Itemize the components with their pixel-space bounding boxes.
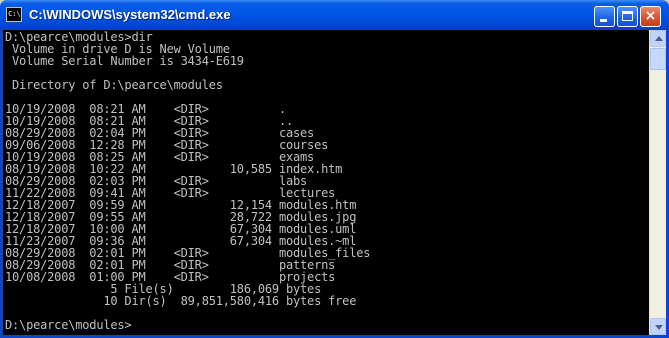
- scroll-up-button[interactable]: [650, 30, 666, 47]
- cmd-icon[interactable]: C:\: [6, 7, 22, 22]
- close-button[interactable]: ×: [640, 6, 661, 27]
- console-output[interactable]: D:\pearce\modules>dir Volume in drive D …: [5, 31, 647, 335]
- console-line: Directory of D:\pearce\modules: [5, 78, 223, 92]
- maximize-button[interactable]: [617, 6, 638, 27]
- window-title: C:\WINDOWS\system32\cmd.exe: [29, 7, 231, 22]
- console-line: Volume Serial Number is 3434-E619: [5, 54, 244, 68]
- console-line: 10 Dir(s) 89,851,580,416 bytes free: [5, 294, 357, 308]
- minimize-icon: [600, 19, 607, 22]
- scroll-thumb[interactable]: [650, 48, 666, 70]
- maximize-icon: [622, 11, 633, 21]
- vertical-scrollbar[interactable]: [649, 30, 666, 335]
- scroll-down-arrow-icon: [655, 325, 663, 330]
- title-bar[interactable]: C:\ C:\WINDOWS\system32\cmd.exe ×: [0, 0, 669, 30]
- scroll-down-button[interactable]: [650, 318, 666, 335]
- minimize-button[interactable]: [594, 6, 615, 27]
- close-icon: ×: [644, 8, 657, 24]
- console-area[interactable]: D:\pearce\modules>dir Volume in drive D …: [3, 30, 666, 335]
- scroll-up-arrow-icon: [655, 36, 663, 41]
- cmd-window: C:\ C:\WINDOWS\system32\cmd.exe × D:\pea…: [0, 0, 669, 338]
- console-line: D:\pearce\modules>: [5, 318, 132, 332]
